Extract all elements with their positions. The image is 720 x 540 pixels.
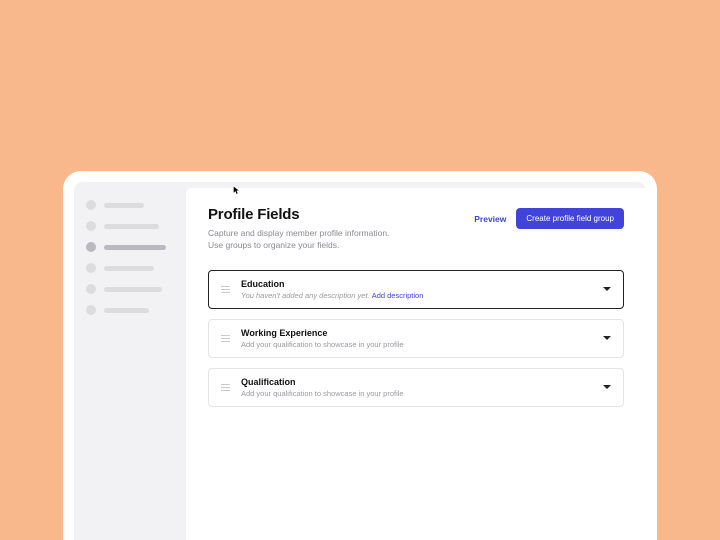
page-title: Profile Fields (208, 206, 389, 223)
group-title: Working Experience (241, 328, 593, 338)
nav-dot-icon (86, 221, 96, 231)
nav-dot-icon (86, 305, 96, 315)
group-description: Add your qualification to showcase in yo… (241, 389, 593, 398)
header-text: Profile Fields Capture and display membe… (208, 206, 389, 252)
page-header: Profile Fields Capture and display membe… (208, 206, 624, 252)
chevron-down-icon[interactable] (603, 287, 611, 291)
mouse-cursor-icon (232, 186, 241, 195)
group-body: Education You haven't added any descript… (241, 279, 593, 300)
group-body: Working Experience Add your qualificatio… (241, 328, 593, 349)
nav-label-placeholder (104, 308, 149, 313)
chevron-down-icon[interactable] (603, 336, 611, 340)
nav-label-placeholder (104, 287, 162, 292)
nav-label-placeholder (104, 266, 154, 271)
group-body: Qualification Add your qualification to … (241, 377, 593, 398)
nav-dot-icon (86, 200, 96, 210)
drag-handle-icon[interactable] (219, 286, 231, 293)
sidebar-item-4[interactable] (86, 263, 174, 273)
sidebar-item-1[interactable] (86, 200, 174, 210)
group-title: Education (241, 279, 593, 289)
drag-handle-icon[interactable] (219, 335, 231, 342)
sidebar (74, 182, 186, 540)
group-description: Add your qualification to showcase in yo… (241, 340, 593, 349)
preview-link[interactable]: Preview (474, 214, 506, 224)
nav-dot-icon (86, 284, 96, 294)
field-group-working-experience[interactable]: Working Experience Add your qualificatio… (208, 319, 624, 358)
drag-handle-icon[interactable] (219, 384, 231, 391)
chevron-down-icon[interactable] (603, 385, 611, 389)
subtitle-line-2: Use groups to organize your fields. (208, 240, 339, 250)
desc-text: You haven't added any description yet. (241, 291, 370, 300)
nav-dot-icon (86, 263, 96, 273)
add-description-link[interactable]: Add description (372, 291, 424, 300)
device-frame: Profile Fields Capture and display membe… (63, 171, 657, 540)
group-title: Qualification (241, 377, 593, 387)
group-description: You haven't added any description yet. A… (241, 291, 593, 300)
nav-label-placeholder (104, 245, 166, 250)
sidebar-item-5[interactable] (86, 284, 174, 294)
app-screen: Profile Fields Capture and display membe… (74, 182, 646, 540)
nav-dot-icon (86, 242, 96, 252)
main-panel: Profile Fields Capture and display membe… (186, 188, 646, 540)
sidebar-item-3-active[interactable] (86, 242, 174, 252)
page-subtitle: Capture and display member profile infor… (208, 227, 389, 252)
field-group-qualification[interactable]: Qualification Add your qualification to … (208, 368, 624, 407)
field-group-education[interactable]: Education You haven't added any descript… (208, 270, 624, 309)
field-groups-list: Education You haven't added any descript… (208, 270, 624, 407)
nav-label-placeholder (104, 224, 159, 229)
create-group-button[interactable]: Create profile field group (516, 208, 624, 229)
subtitle-line-1: Capture and display member profile infor… (208, 228, 389, 238)
header-actions: Preview Create profile field group (474, 208, 624, 229)
sidebar-item-2[interactable] (86, 221, 174, 231)
sidebar-item-6[interactable] (86, 305, 174, 315)
nav-label-placeholder (104, 203, 144, 208)
